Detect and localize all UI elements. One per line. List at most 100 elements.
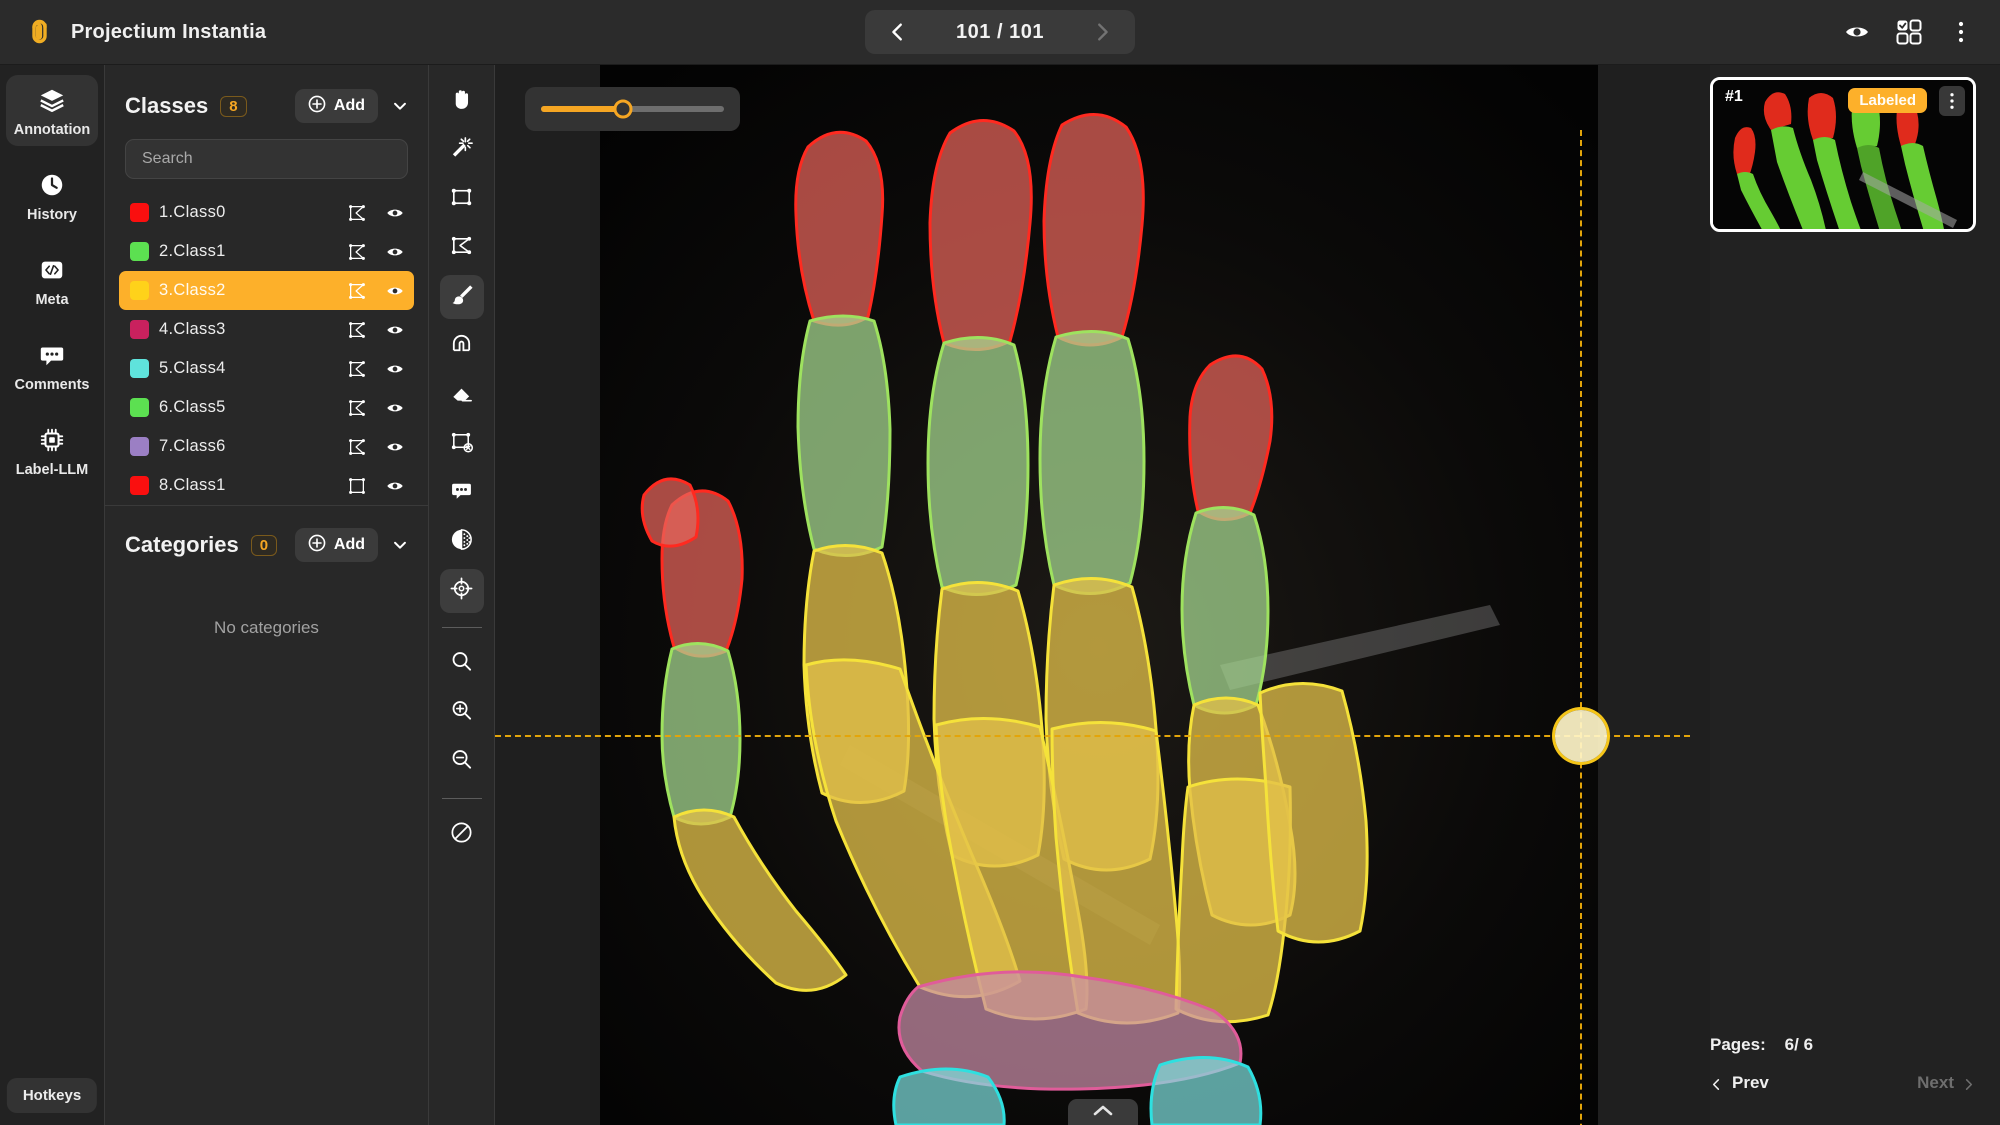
search-tool[interactable] bbox=[440, 642, 484, 686]
class-row[interactable]: 8.Class1 bbox=[119, 466, 414, 505]
categories-empty-text: No categories bbox=[214, 618, 319, 637]
polygon-icon[interactable] bbox=[347, 437, 367, 457]
class-label: 5.Class4 bbox=[159, 359, 226, 377]
brush-size-slider[interactable] bbox=[525, 87, 740, 131]
brand: Projectium Instantia bbox=[0, 16, 266, 48]
magic-wand-tool[interactable] bbox=[440, 128, 484, 172]
class-row[interactable]: 5.Class4 bbox=[119, 349, 414, 388]
magnifier-icon bbox=[449, 649, 474, 679]
clear-tool[interactable] bbox=[440, 813, 484, 857]
class-row[interactable]: 6.Class5 bbox=[119, 388, 414, 427]
polygon-icon[interactable] bbox=[347, 320, 367, 340]
brush-tool[interactable] bbox=[439, 275, 484, 319]
canvas-area[interactable] bbox=[495, 65, 1710, 1125]
sidebar-item-label-llm[interactable]: Label-LLM bbox=[6, 415, 98, 486]
zoom-out-icon bbox=[449, 747, 474, 777]
add-class-button[interactable]: Add bbox=[294, 89, 378, 123]
grid-checkbox-icon[interactable] bbox=[1896, 19, 1922, 45]
class-row-actions bbox=[347, 476, 405, 496]
next-page-button[interactable]: Next bbox=[1917, 1073, 1976, 1093]
pages-block: Pages: 6/ 6 Prev Next bbox=[1710, 1035, 1976, 1093]
more-vertical-icon[interactable] bbox=[1948, 19, 1974, 45]
eye-icon[interactable] bbox=[385, 281, 405, 301]
sidebar-item-meta[interactable]: Meta bbox=[6, 245, 98, 316]
polygon-icon[interactable] bbox=[347, 398, 367, 418]
thumbnail-menu-button[interactable] bbox=[1939, 86, 1965, 116]
class-label: 7.Class6 bbox=[159, 437, 226, 455]
eye-icon[interactable] bbox=[385, 203, 405, 223]
slider-handle[interactable] bbox=[613, 99, 633, 119]
comment-dots-icon bbox=[37, 340, 67, 370]
polygon-tool[interactable] bbox=[440, 226, 484, 270]
class-row-actions bbox=[347, 281, 405, 301]
zoom-in-tool[interactable] bbox=[440, 691, 484, 735]
pager-prev-button[interactable] bbox=[887, 21, 909, 43]
class-row[interactable]: 1.Class0 bbox=[119, 193, 414, 232]
polygon-icon[interactable] bbox=[347, 203, 367, 223]
class-label: 3.Class2 bbox=[159, 281, 226, 299]
magnet-icon bbox=[449, 331, 474, 361]
image-pager: 101 / 101 bbox=[865, 10, 1135, 54]
tool-divider bbox=[441, 627, 482, 628]
sidebar-item-comments[interactable]: Comments bbox=[6, 330, 98, 401]
eye-icon[interactable] bbox=[385, 242, 405, 262]
prev-page-button[interactable]: Prev bbox=[1710, 1073, 1769, 1093]
classes-panel: Classes 8 Add Search 1.Class0 2.Class1 3… bbox=[104, 65, 429, 1125]
class-row-actions bbox=[347, 203, 405, 223]
hand-xray-annotation bbox=[600, 65, 1598, 1125]
eraser-tool[interactable] bbox=[440, 373, 484, 417]
pager-next-button[interactable] bbox=[1091, 21, 1113, 43]
sidebar-item-history[interactable]: History bbox=[6, 160, 98, 231]
thumbnail-card[interactable]: #1 Labeled bbox=[1710, 77, 1976, 232]
chevron-down-icon[interactable] bbox=[390, 535, 410, 555]
delete-shape-tool[interactable] bbox=[440, 422, 484, 466]
layers-icon bbox=[37, 85, 67, 115]
eye-icon[interactable] bbox=[385, 359, 405, 379]
magnet-tool[interactable] bbox=[440, 324, 484, 368]
crosshair-tool[interactable] bbox=[439, 569, 484, 613]
sidebar-item-annotation[interactable]: Annotation bbox=[6, 75, 98, 146]
class-row[interactable]: 3.Class2 bbox=[119, 271, 414, 310]
zoom-in-icon bbox=[449, 698, 474, 728]
classes-header: Classes 8 Add bbox=[105, 65, 428, 139]
eye-icon[interactable] bbox=[1844, 19, 1870, 45]
eye-icon[interactable] bbox=[385, 320, 405, 340]
hotkeys-button[interactable]: Hotkeys bbox=[6, 1078, 98, 1113]
app-body: Annotation History Meta Comments Label-L… bbox=[0, 65, 2000, 1125]
slider-track[interactable] bbox=[541, 99, 724, 119]
eye-icon[interactable] bbox=[385, 476, 405, 496]
pages-label: Pages: bbox=[1710, 1035, 1766, 1054]
search-input[interactable] bbox=[142, 150, 391, 168]
classes-search bbox=[105, 139, 428, 193]
eye-icon[interactable] bbox=[385, 437, 405, 457]
class-label: 2.Class1 bbox=[159, 242, 226, 260]
code-icon bbox=[37, 255, 67, 285]
class-row[interactable]: 4.Class3 bbox=[119, 310, 414, 349]
rectangle-tool[interactable] bbox=[440, 177, 484, 221]
polygon-icon[interactable] bbox=[347, 359, 367, 379]
add-category-button[interactable]: Add bbox=[294, 528, 378, 562]
pan-tool[interactable] bbox=[440, 79, 484, 123]
zoom-out-tool[interactable] bbox=[440, 740, 484, 784]
contrast-icon bbox=[449, 527, 474, 557]
chevron-down-icon[interactable] bbox=[390, 96, 410, 116]
right-panel: #1 Labeled Pages: 6/ 6 Prev Next bbox=[1710, 65, 2000, 1125]
search-box[interactable] bbox=[125, 139, 408, 179]
class-row[interactable]: 7.Class6 bbox=[119, 427, 414, 466]
class-row[interactable]: 2.Class1 bbox=[119, 232, 414, 271]
contrast-tool[interactable] bbox=[440, 520, 484, 564]
next-page-label: Next bbox=[1917, 1073, 1954, 1092]
class-color-swatch bbox=[130, 242, 149, 261]
polygon-icon[interactable] bbox=[347, 242, 367, 262]
expand-panel-toggle[interactable] bbox=[1067, 1099, 1138, 1125]
chevron-up-icon bbox=[1091, 1102, 1115, 1123]
plus-circle-icon bbox=[308, 95, 326, 118]
rectangle-icon[interactable] bbox=[347, 476, 367, 496]
class-label: 6.Class5 bbox=[159, 398, 226, 416]
class-color-swatch bbox=[130, 476, 149, 495]
eye-icon[interactable] bbox=[385, 398, 405, 418]
polygon-icon[interactable] bbox=[347, 281, 367, 301]
top-bar: Projectium Instantia 101 / 101 bbox=[0, 0, 2000, 65]
annotated-image[interactable] bbox=[600, 65, 1598, 1125]
comment-tool[interactable] bbox=[440, 471, 484, 515]
